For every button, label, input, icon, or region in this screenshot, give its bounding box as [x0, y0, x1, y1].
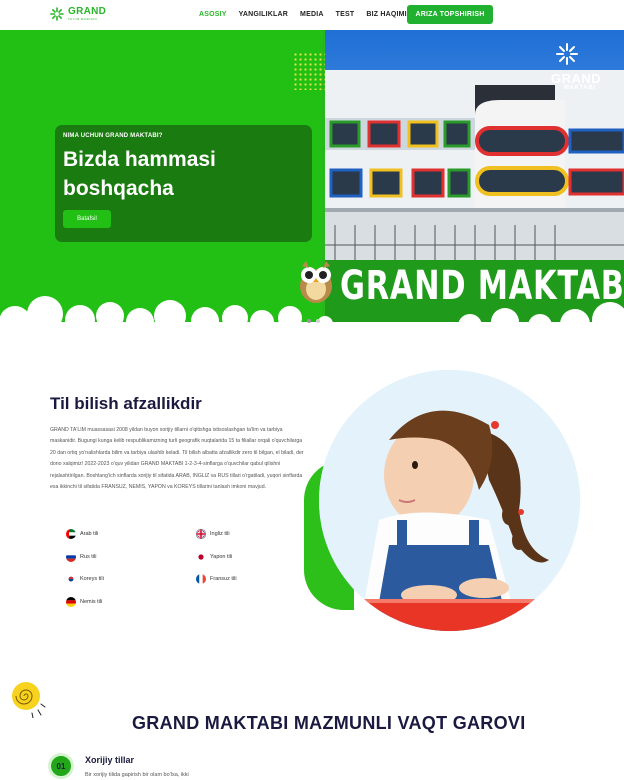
language-item-ingliz: Ingliz tili — [196, 529, 230, 539]
language-item-arab: Arab tili — [66, 529, 98, 539]
language-item-rus: Rus tili — [66, 552, 97, 562]
germany-flag-icon — [66, 597, 76, 607]
language-item-fransuz: Fransuz tili — [196, 574, 237, 584]
cloud-divider — [0, 296, 624, 326]
language-item-nemis: Nemis tili — [66, 597, 102, 607]
hero-kicker: NIMA UCHUN GRAND MAKTABI? — [63, 133, 163, 139]
language-label: Rus tili — [80, 554, 97, 560]
feature-number-badge: 01 — [48, 753, 74, 779]
hero-title: Bizda hammasi boshqacha — [63, 148, 216, 200]
languages-description: GRAND TA'LIM muassasasi 2008 yildan buyo… — [50, 427, 304, 491]
nav-item-asosiy[interactable]: ASOSIY — [199, 11, 227, 18]
nav-item-yangiliklar[interactable]: YANGILIKLAR — [239, 11, 288, 18]
nav-item-test[interactable]: TEST — [336, 11, 355, 18]
uk-flag-icon — [196, 529, 206, 539]
korea-flag-icon — [66, 574, 76, 584]
slider-dot-2[interactable] — [316, 319, 320, 323]
child-illustration — [319, 370, 580, 631]
nav-item-media[interactable]: MEDIA — [300, 11, 324, 18]
language-label: Koreys tili — [80, 576, 104, 582]
logo-sunburst-icon — [50, 7, 64, 21]
japan-flag-icon — [196, 552, 206, 562]
france-flag-icon — [196, 574, 206, 584]
feature-text: Bir xorijiy tilida gapirish bir olam bo'… — [85, 772, 189, 778]
slider-dot-1[interactable] — [307, 319, 311, 323]
hero-slider: GRAND MAKTABI NIMA UCHUN GRAND MAKTABI? … — [0, 30, 624, 326]
hero-more-button[interactable]: Batafsil — [63, 210, 111, 228]
feature-title: Xorijiy tillar — [85, 755, 135, 765]
photo-logo-text: GRAND — [551, 71, 602, 86]
features-title: GRAND MAKTABI MAZMUNLI VAQT GAROVI — [132, 713, 526, 733]
language-label: Ingliz tili — [210, 531, 230, 537]
russia-flag-icon — [66, 552, 76, 562]
language-item-yapon: Yapon tili — [196, 552, 232, 562]
decorative-dots — [293, 52, 325, 90]
language-label: Yapon tili — [210, 554, 233, 560]
language-label: Fransuz tili — [210, 576, 237, 582]
language-label: Nemis tili — [80, 599, 103, 605]
logo-text: GRAND — [68, 6, 107, 17]
sun-spiral-icon — [12, 682, 46, 718]
site-logo[interactable]: GRAND TA'LIM MASKANI — [50, 7, 106, 21]
apply-button[interactable]: ARIZA TOPSHIRISH — [407, 5, 493, 24]
languages-title: Til bilish afzallikdir — [50, 394, 202, 413]
main-nav: ASOSIY YANGILIKLAR MEDIA TEST BIZ HAQIMI… — [199, 11, 422, 18]
hero-card: NIMA UCHUN GRAND MAKTABI? Bizda hammasi … — [55, 125, 312, 242]
uae-flag-icon — [66, 529, 76, 539]
language-item-koreys: Koreys tili — [66, 574, 104, 584]
language-label: Arab tili — [80, 531, 99, 537]
logo-subtext: TA'LIM MASKANI — [68, 17, 98, 21]
child-photo — [319, 370, 580, 631]
site-header: GRAND TA'LIM MASKANI ASOSIY YANGILIKLAR … — [0, 0, 624, 30]
photo-logo-subtext: MAKTABI — [564, 85, 596, 91]
